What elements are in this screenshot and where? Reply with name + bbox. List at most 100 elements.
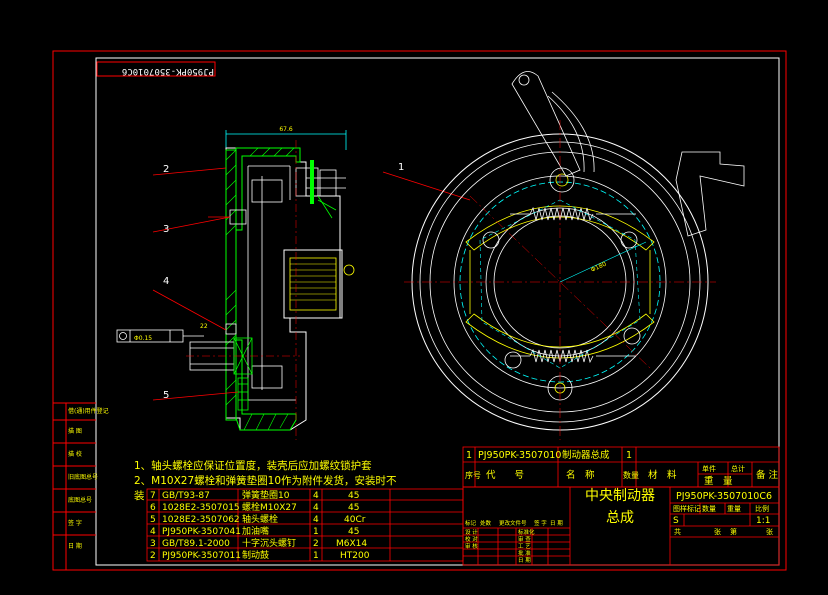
bom-code: 1028E2-3507015 [162,503,240,513]
bom-name: 轴头螺栓 [242,513,278,525]
sign-header: 日 期 [550,520,563,527]
bom-code: 1028E2-3507062 [162,515,240,525]
note-1: 1、轴头螺栓应保证位置度，装壳后应加螺纹锁护套 [134,459,372,472]
bom-code: GB/T89.1-2000 [162,539,230,549]
bom-mat: 40Cr [344,515,366,525]
col-name: 名 称 [566,469,595,481]
left-strip-labels: 借(通)用件登记 描 图 描 校 旧底图总号 底图总号 签 字 日 期 [68,407,109,550]
col-remark: 备 注 [756,469,779,481]
stage-label: 数量 [702,504,716,513]
top-bolt [295,160,346,219]
bottom-shell-hatch [235,339,297,431]
col-total-weight: 总计 [731,464,745,473]
sign-label: 校 对 [465,535,478,543]
sign-header: 更改文件号 [499,519,527,527]
bom-no: 7 [150,491,156,501]
col-weight: 重 量 [704,475,733,487]
col-unit-weight: 单件 [702,464,716,473]
bom-name: 螺栓M10X27 [242,501,297,513]
title-scale: 1:1 [756,516,770,526]
bom-mat: HT200 [340,551,370,561]
sheet-count: 第 [730,527,737,536]
sign-label: 工 艺 [518,543,531,550]
strip-label: 描 校 [68,450,82,458]
callout-1: 1 [398,162,404,173]
bom-name: 弹簧垫圈10 [242,489,290,501]
lever-arm [511,71,581,177]
section-view: 67.6 Φ0.15 22 [116,126,355,440]
table-row: 7 GB/T93-87 弹簧垫圈10 4 45 [150,489,359,501]
row-1-name: 制动器总成 [562,449,610,461]
callout-5: 5 [163,390,169,401]
col-seq: 序号 [465,470,481,480]
sign-header: 标记 [465,519,477,527]
bom-no: 6 [150,503,156,513]
strip-label: 底图总号 [68,496,92,504]
sign-label: 批 准 [518,549,531,557]
bom-code: PJ950PK-3507011 [162,551,241,561]
bom-mat: 45 [348,491,359,501]
drawing-code-mirrored: PJ950PK-3507010C6 [122,66,214,76]
bom-qty: 1 [313,551,319,561]
hub [283,249,355,319]
table-row: 4 PJ950PK-3507041 加油嘴 1 45 [150,525,359,537]
note-2: 2、M10X27螺栓和弹簧垫圈10作为附件发货，安装时不 [134,474,397,487]
sign-label: 设 计 [465,528,478,536]
row-1-qty: 1 [626,450,632,461]
dimension-width: 67.6 [279,126,293,133]
title-name-line-2: 总成 [606,510,634,526]
table-row: 6 1028E2-3507015 螺栓M10X27 4 45 [150,501,359,513]
table-row: 3 GB/T89.1-2000 十字沉头螺钉 2 M6X14 [150,537,367,549]
bom-qty: 4 [313,503,319,513]
front-view: Φ180 [404,71,745,440]
col-qty: 数量 [623,470,639,480]
callout-3: 3 [163,224,169,235]
bom-code: PJ950PK-3507041 [162,527,241,537]
sign-label: 审 核 [465,542,478,550]
bracket [675,151,745,237]
dim-small-a: 22 [200,323,208,330]
stage-label: 重量 [727,505,741,513]
bom-mat: 45 [348,503,359,513]
callout-2: 2 [163,164,169,175]
note-3: 装 [134,489,145,502]
strip-label: 描 图 [68,427,82,435]
sign-area-text: 标记 处数 更改文件号 签 字 日 期 设 计 标准化 校 对 审 查 审 核 … [465,519,563,564]
bom-qty: 4 [313,515,319,525]
flange-hatch [225,149,237,421]
dim-small-b: Φ0.15 [134,335,152,342]
stage-label: 图样标记 [673,504,701,513]
cad-drawing-sheet: 借(通)用件登记 描 图 描 校 旧底图总号 底图总号 签 字 日 期 PJ95… [52,50,787,571]
bom-mat: M6X14 [336,539,367,549]
bom-name: 制动鼓 [242,549,269,561]
bom-code: GB/T93-87 [162,491,210,501]
housing-outline [225,147,341,431]
sign-label: 标准化 [518,528,535,536]
col-code: 代 号 [486,470,524,481]
strip-label: 签 字 [68,519,82,527]
strip-label: 借(通)用件登记 [68,407,109,415]
lower-spring [510,348,636,364]
cam [549,167,575,193]
sign-header: 处数 [480,519,492,527]
bottom-lining [237,377,249,411]
side-bolts [189,209,253,375]
row-1-code: PJ950PK-3507010 [478,450,561,461]
bom-qty: 4 [313,491,319,501]
title-code: PJ950PK-3507010C6 [676,491,772,502]
sign-label: 审 查 [518,535,531,543]
bom-mat: 45 [348,527,359,537]
dimension-dia: Φ180 [590,261,608,274]
bom-no: 2 [150,551,156,561]
sign-label: 日 期 [518,557,531,564]
bom-qty: 2 [313,539,319,549]
bom-no: 5 [150,515,156,525]
bom-qty: 1 [313,527,319,537]
title-mark: S [673,516,679,526]
table-row: 2 PJ950PK-3507011 制动鼓 1 HT200 [150,549,370,561]
col-mat: 材 料 [648,469,677,481]
tolerance-frame: Φ0.15 22 [116,323,208,343]
row-1-no: 1 [466,450,472,461]
strip-label: 旧底图总号 [68,473,98,481]
title-block-text: 中央制动器 总成 PJ950PK-3507010C6 图样标记 数量 重量 比例… [585,488,773,536]
